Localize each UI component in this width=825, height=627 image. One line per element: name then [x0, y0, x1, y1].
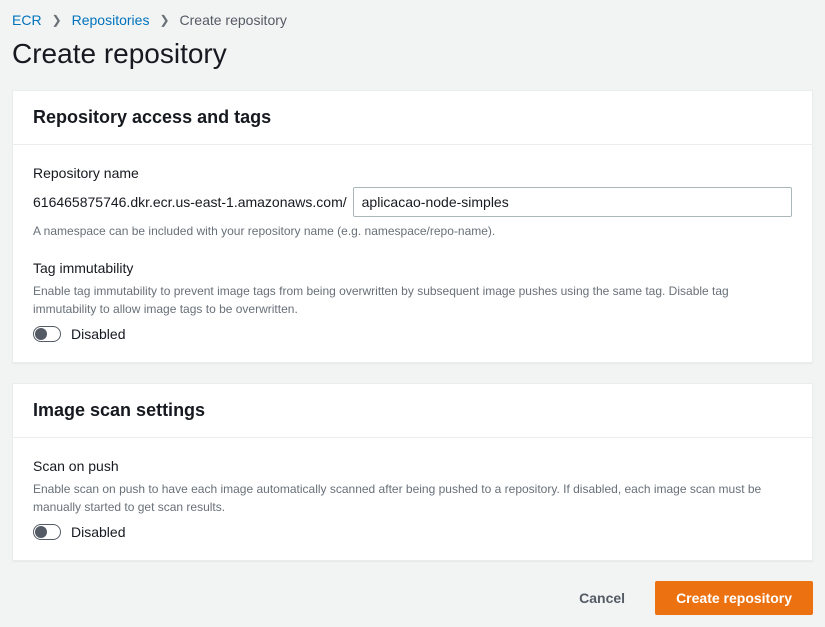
- breadcrumb-repositories-link[interactable]: Repositories: [72, 12, 150, 28]
- repository-uri-prefix: 616465875746.dkr.ecr.us-east-1.amazonaws…: [33, 194, 347, 210]
- panel-title: Repository access and tags: [33, 107, 792, 128]
- breadcrumb-current: Create repository: [180, 12, 287, 28]
- scan-on-push-toggle-row: Disabled: [33, 524, 792, 540]
- breadcrumb-root-link[interactable]: ECR: [12, 12, 42, 28]
- tag-immutability-label: Tag immutability: [33, 260, 792, 276]
- chevron-right-icon: ❯: [159, 13, 169, 27]
- panel-image-scan: Image scan settings Scan on push Enable …: [12, 383, 813, 561]
- cancel-button[interactable]: Cancel: [559, 581, 645, 615]
- breadcrumb: ECR ❯ Repositories ❯ Create repository: [12, 12, 813, 28]
- chevron-right-icon: ❯: [52, 13, 62, 27]
- scan-on-push-toggle[interactable]: [33, 524, 61, 540]
- field-scan-on-push: Scan on push Enable scan on push to have…: [33, 458, 792, 540]
- tag-immutability-description: Enable tag immutability to prevent image…: [33, 282, 792, 318]
- tag-immutability-toggle[interactable]: [33, 326, 61, 342]
- panel-body: Scan on push Enable scan on push to have…: [13, 438, 812, 560]
- tag-immutability-toggle-row: Disabled: [33, 326, 792, 342]
- page-title: Create repository: [12, 38, 813, 70]
- field-repository-name: Repository name 616465875746.dkr.ecr.us-…: [33, 165, 792, 240]
- panel-header: Repository access and tags: [13, 91, 812, 145]
- field-tag-immutability: Tag immutability Enable tag immutability…: [33, 260, 792, 342]
- panel-repository-access: Repository access and tags Repository na…: [12, 90, 813, 363]
- form-actions: Cancel Create repository: [12, 581, 813, 615]
- scan-on-push-description: Enable scan on push to have each image a…: [33, 480, 792, 516]
- panel-header: Image scan settings: [13, 384, 812, 438]
- repository-name-label: Repository name: [33, 165, 792, 181]
- scan-on-push-state: Disabled: [71, 524, 125, 540]
- toggle-knob: [35, 328, 47, 340]
- toggle-knob: [35, 526, 47, 538]
- create-repository-button[interactable]: Create repository: [655, 581, 813, 615]
- panel-body: Repository name 616465875746.dkr.ecr.us-…: [13, 145, 812, 362]
- panel-title: Image scan settings: [33, 400, 792, 421]
- repository-name-row: 616465875746.dkr.ecr.us-east-1.amazonaws…: [33, 187, 792, 217]
- tag-immutability-state: Disabled: [71, 326, 125, 342]
- scan-on-push-label: Scan on push: [33, 458, 792, 474]
- repository-name-hint: A namespace can be included with your re…: [33, 223, 792, 240]
- repository-name-input[interactable]: [353, 187, 792, 217]
